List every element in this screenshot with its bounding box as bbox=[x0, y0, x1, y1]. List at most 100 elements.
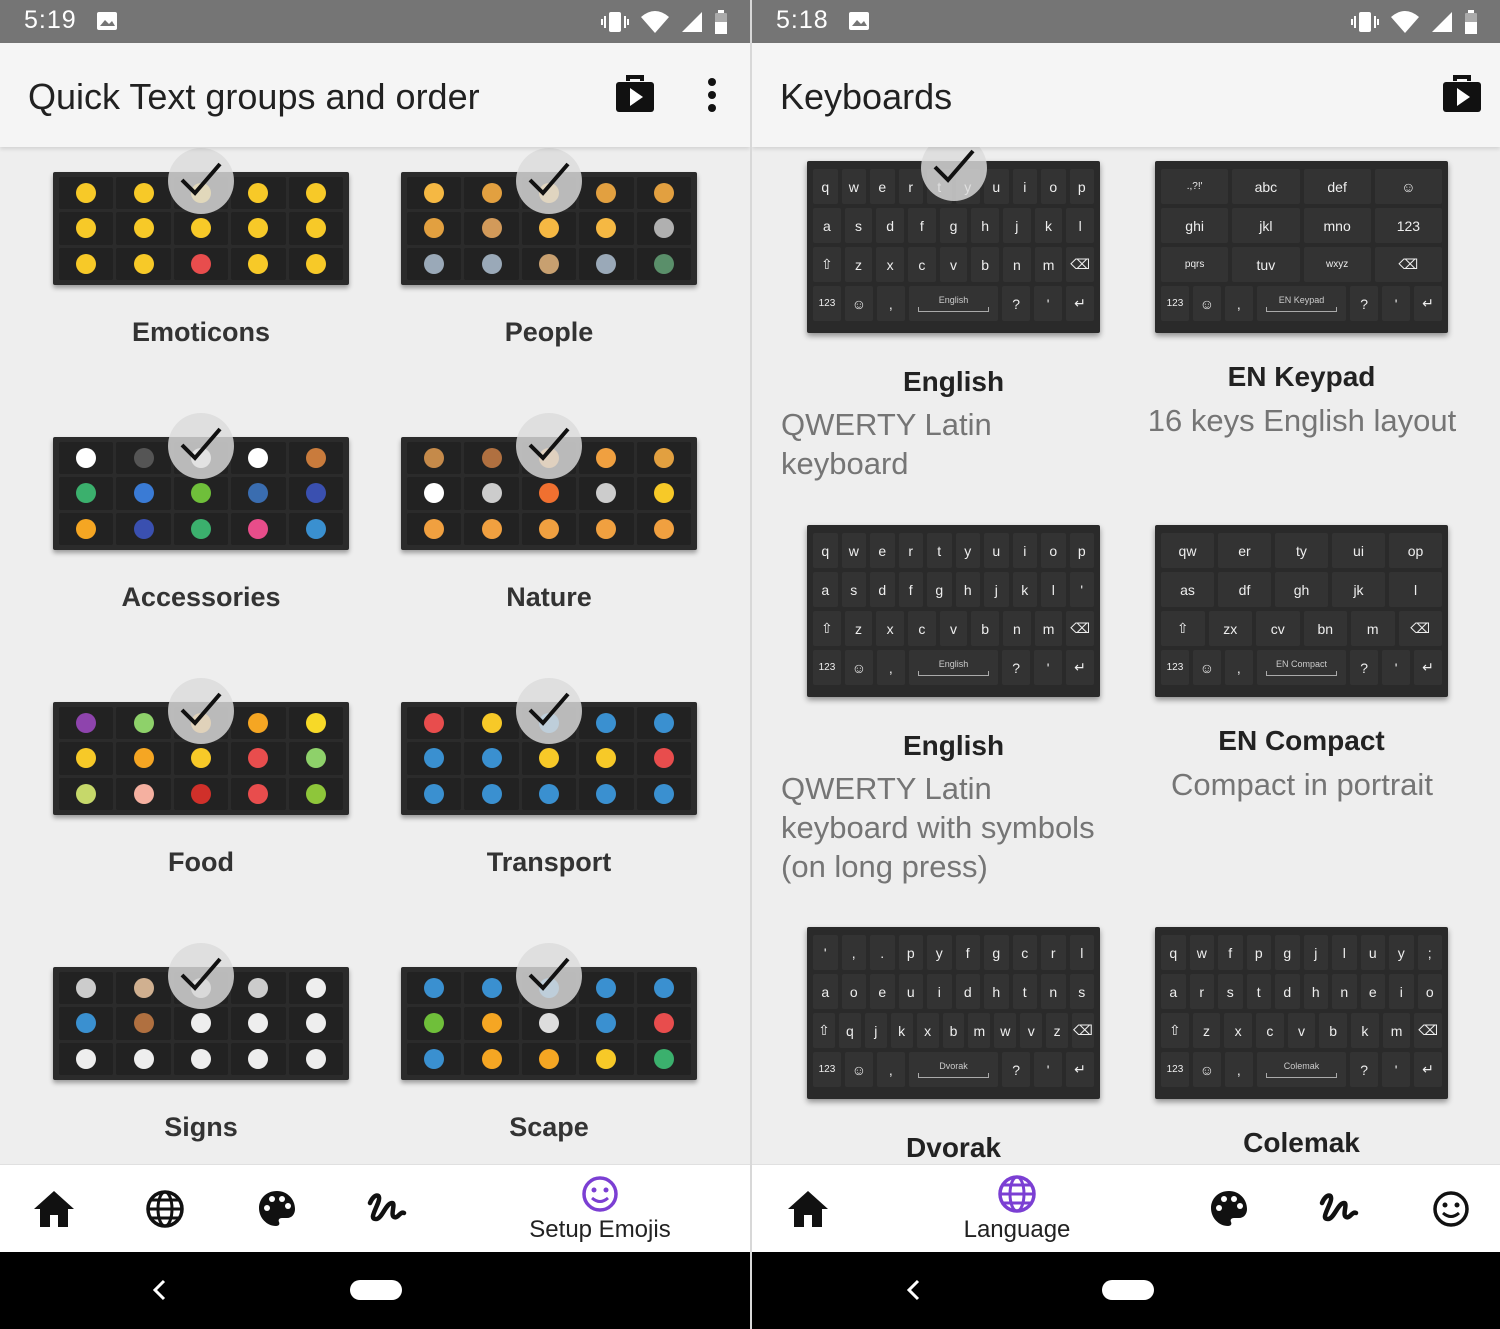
nav-emojis[interactable] bbox=[1429, 1165, 1473, 1253]
emoji-glyph bbox=[305, 518, 326, 539]
nav-setup-emojis[interactable]: Setup Emojis bbox=[510, 1165, 690, 1253]
keyboard-key: l bbox=[1332, 935, 1357, 970]
keyboard-key: i bbox=[1012, 533, 1037, 568]
keyboard-key: e bbox=[870, 533, 895, 568]
emoji-cell bbox=[407, 1042, 462, 1075]
group-label: Nature bbox=[506, 582, 592, 612]
keyboard-row: ⇧zxcvbnm⌫ bbox=[813, 247, 1095, 282]
quick-text-group-card[interactable] bbox=[401, 413, 697, 550]
emoji-glyph bbox=[190, 783, 211, 804]
nav-home[interactable] bbox=[782, 1165, 834, 1253]
nav-gestures[interactable] bbox=[365, 1165, 409, 1253]
back-icon[interactable] bbox=[904, 1278, 924, 1302]
keyboard-row: ⇧zxcvbnm⌫ bbox=[813, 611, 1095, 646]
nav-language[interactable]: Language bbox=[927, 1165, 1107, 1253]
checkmark-icon[interactable] bbox=[516, 148, 582, 214]
checkmark-icon[interactable] bbox=[516, 413, 582, 479]
nav-theme[interactable] bbox=[1207, 1165, 1251, 1253]
quick-text-group-card[interactable] bbox=[53, 678, 349, 815]
emoji-cell bbox=[407, 442, 462, 475]
keyboard-preview-card[interactable]: ',. p y f g c r l a o e u i d h t n s ⇧ q j k x b m w v z ⌫ 123 ☺, Dvor… bbox=[807, 927, 1100, 1099]
emoji-glyph bbox=[248, 1013, 269, 1034]
emoji-glyph bbox=[653, 783, 674, 804]
keyboard-key: m bbox=[1034, 247, 1063, 282]
keyboard-row: ⇧zxcvbnm⌫ bbox=[1161, 611, 1442, 646]
quick-text-group-card[interactable] bbox=[53, 148, 349, 285]
quick-text-group-card[interactable] bbox=[401, 678, 697, 815]
system-icons bbox=[600, 9, 728, 35]
keyboard-key: q bbox=[1161, 935, 1186, 970]
emoji-glyph bbox=[481, 1013, 502, 1034]
checkmark-icon[interactable] bbox=[168, 943, 234, 1009]
keyboard-key: ? bbox=[1002, 650, 1031, 685]
checkmark-icon[interactable] bbox=[168, 148, 234, 214]
keyboard-key: b bbox=[971, 611, 1000, 646]
emoji-cell bbox=[579, 212, 634, 245]
keyboard-key: ☺ bbox=[1192, 286, 1221, 321]
keyboard-key: ⌫ bbox=[1066, 611, 1095, 646]
nav-language[interactable] bbox=[142, 1165, 188, 1253]
keyboard-preview-card[interactable]: qwertyuiopasdfghjkl⇧zxcvbnm⌫123☺,English… bbox=[807, 147, 1100, 333]
emoji-cell bbox=[116, 512, 171, 545]
more-options-icon[interactable] bbox=[702, 77, 722, 113]
emoji-glyph bbox=[596, 1013, 617, 1034]
keyboard-key: d bbox=[955, 974, 980, 1009]
keyboard-key: m bbox=[1351, 611, 1395, 646]
keyboard-preview-card[interactable]: .,?!' abc def ☺ ghi jkl mno 123 pqrs tuv wxyz ⌫ 123 ☺… bbox=[1155, 161, 1448, 333]
nav-gestures[interactable] bbox=[1317, 1165, 1361, 1253]
emoji-cell bbox=[407, 972, 462, 1005]
keyboard-name: English bbox=[902, 366, 1005, 397]
keyboard-preview-card[interactable]: q w f p g j l u y; a r s t d h n e i o ⇧ z x c v b k m ⌫ 123 ☺, Colema… bbox=[1155, 927, 1448, 1099]
quick-text-groups: Emoticons People Accessories Nature Food Tran… bbox=[0, 147, 750, 1164]
keyboard-key: e bbox=[870, 169, 895, 204]
back-icon[interactable] bbox=[150, 1278, 170, 1302]
emoji-glyph bbox=[133, 748, 154, 769]
signal-icon bbox=[1432, 12, 1452, 32]
emoji-glyph bbox=[76, 713, 97, 734]
keyboard-preview-card[interactable]: qw er ty ui op as df gh jk l ⇧ zx cv bn m ⌫ 123 ☺, EN Comp… bbox=[1155, 525, 1448, 697]
emoji-cell bbox=[116, 442, 171, 475]
emoji-cell bbox=[521, 1042, 577, 1075]
emoji-glyph bbox=[538, 783, 559, 804]
keyboard-key: a bbox=[813, 208, 841, 243]
keyboard-key: x bbox=[1224, 1013, 1253, 1048]
emoji-glyph bbox=[538, 518, 559, 539]
keyboard-key: z bbox=[844, 247, 873, 282]
emoji-glyph bbox=[248, 518, 269, 539]
home-pill[interactable] bbox=[350, 1280, 402, 1300]
keyboard-row: pqrs tuv wxyz ⌫ bbox=[1161, 247, 1442, 282]
keyboard-key: g bbox=[1275, 935, 1300, 970]
play-store-icon[interactable] bbox=[615, 75, 655, 113]
space-key-label: English bbox=[938, 659, 969, 669]
keyboard-key: p bbox=[898, 935, 923, 970]
emoji-glyph bbox=[248, 448, 269, 469]
emoji-glyph bbox=[538, 748, 559, 769]
keyboard-key: jkl bbox=[1232, 208, 1300, 243]
play-store-icon[interactable] bbox=[1442, 75, 1482, 113]
emoji-cell bbox=[521, 1007, 577, 1040]
checkmark-icon[interactable] bbox=[516, 943, 582, 1009]
nav-theme[interactable] bbox=[255, 1165, 299, 1253]
checkmark-icon[interactable] bbox=[168, 413, 234, 479]
emoji-glyph bbox=[133, 518, 154, 539]
home-pill[interactable] bbox=[1102, 1280, 1154, 1300]
emoji-glyph bbox=[596, 448, 617, 469]
checkmark-icon[interactable] bbox=[516, 678, 582, 744]
quick-text-group-card[interactable] bbox=[401, 148, 697, 285]
nav-label: Language bbox=[963, 1216, 1071, 1243]
group-label: Scape bbox=[509, 1112, 589, 1142]
keyboard-preview-card[interactable]: q w e r t y u i o p a s d f g h j k l ' ⇧ z x c v b n m ⌫ 123 ☺, Englis… bbox=[807, 525, 1100, 697]
keyboard-key: pqrs bbox=[1161, 247, 1229, 282]
keyboard-key: def bbox=[1303, 169, 1371, 204]
keyboard-key: er bbox=[1218, 533, 1271, 568]
keyboard-row: qwertyuiop bbox=[1161, 533, 1442, 568]
nav-home[interactable] bbox=[28, 1165, 80, 1253]
checkmark-icon[interactable] bbox=[168, 678, 234, 744]
emoji-glyph bbox=[653, 1048, 674, 1069]
keyboard-key: l bbox=[1069, 935, 1094, 970]
quick-text-group-card[interactable] bbox=[401, 943, 697, 1080]
quick-text-group-card[interactable] bbox=[53, 943, 349, 1080]
emoji-glyph bbox=[305, 748, 326, 769]
emoji-cell bbox=[173, 247, 229, 280]
quick-text-group-card[interactable] bbox=[53, 413, 349, 550]
